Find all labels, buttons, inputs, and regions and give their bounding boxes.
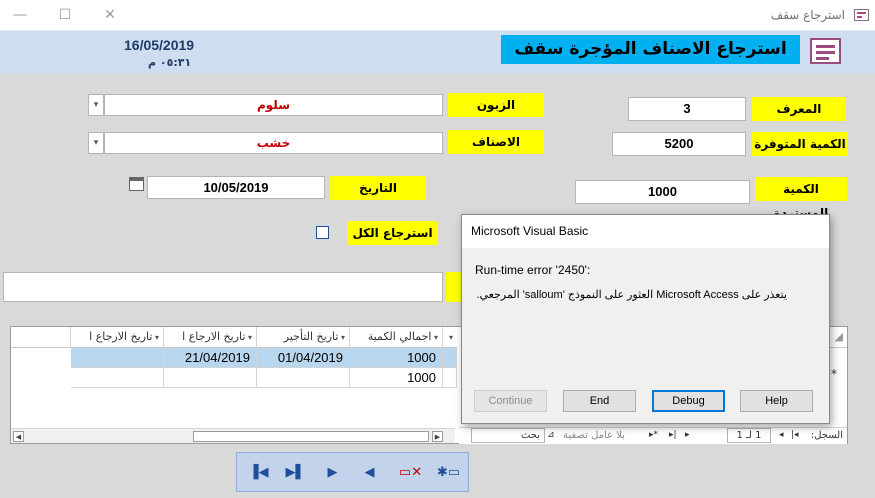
- table-cell[interactable]: 01/04/2019: [257, 348, 350, 368]
- scroll-right-icon[interactable]: ▶: [432, 431, 443, 442]
- maximize-button[interactable]: ☐: [50, 4, 80, 26]
- close-button[interactable]: ✕: [95, 4, 125, 26]
- previous-record-button[interactable]: ◀: [351, 455, 388, 489]
- column-header-return-date-1[interactable]: ▾ تاريخ الارجاع ا: [164, 327, 257, 348]
- table-cell[interactable]: [257, 368, 350, 388]
- navigation-toolbar: ▐◀ ▶▌ ▶ ◀ ▭✕ ✱▭: [236, 452, 469, 492]
- column-header-total-qty[interactable]: ▾ اجمالي الكمية: [350, 327, 443, 348]
- calendar-icon[interactable]: [129, 177, 144, 191]
- current-date: 16/05/2019: [124, 37, 195, 53]
- record-navigator: بحث ⊿ بلا عامل تصفية ▸* ▸| ▸ 1 لـ 1 ◂ |◂…: [459, 427, 847, 444]
- new-record-nav-icon[interactable]: ▸*: [649, 430, 658, 440]
- table-cell[interactable]: 21/04/2019: [164, 348, 257, 368]
- date-field[interactable]: 10/05/2019: [147, 176, 325, 199]
- form-title: استرجاع الاصناف المؤجرة سقف: [501, 35, 800, 64]
- error-message: يتعذر على Microsoft Access العثور على ال…: [476, 289, 787, 301]
- table-cell[interactable]: [164, 368, 257, 388]
- error-code: Run-time error '2450':: [475, 263, 591, 277]
- window-title: استرجاع سقف: [770, 8, 845, 22]
- returned-qty-label: الكمية المستردة: [755, 177, 847, 220]
- first-record-button[interactable]: ▐◀: [240, 455, 277, 489]
- available-qty-field[interactable]: 5200: [612, 132, 746, 156]
- continue-button[interactable]: Continue: [474, 390, 547, 412]
- last-record-button[interactable]: ▶▌: [277, 455, 314, 489]
- table-cell[interactable]: [71, 368, 164, 388]
- date-label: التاريخ: [330, 176, 426, 200]
- return-all-checkbox[interactable]: [316, 226, 329, 239]
- filter-icon: ⊿: [547, 430, 555, 440]
- debug-button[interactable]: Debug: [652, 390, 725, 412]
- current-time: ٠٥:٣١ م: [148, 56, 192, 69]
- scroll-thumb[interactable]: [193, 431, 429, 442]
- id-field[interactable]: 3: [628, 97, 746, 121]
- customer-combo[interactable]: سلوم: [104, 94, 443, 116]
- previous-record-icon[interactable]: ◂: [779, 430, 784, 440]
- column-header-more[interactable]: ▾: [443, 327, 457, 348]
- table-cell[interactable]: [443, 348, 457, 368]
- next-record-icon[interactable]: ▸: [685, 430, 690, 440]
- delete-record-button[interactable]: ▭✕: [392, 455, 429, 489]
- column-header-blank: [11, 327, 71, 348]
- title-bar: [0, 0, 875, 31]
- first-record-icon[interactable]: |◂: [791, 430, 799, 440]
- record-position[interactable]: 1 لـ 1: [727, 428, 771, 443]
- horizontal-scrollbar[interactable]: ◀ ▶: [11, 428, 455, 443]
- id-label: المعرف: [752, 97, 846, 121]
- table-cell[interactable]: [71, 348, 164, 368]
- table-cell[interactable]: 1000: [350, 368, 443, 388]
- available-qty-label: الكمية المتوفرة: [752, 132, 848, 156]
- scroll-left-icon[interactable]: ◀: [13, 431, 24, 442]
- table-cell[interactable]: 1000: [350, 348, 443, 368]
- new-record-button[interactable]: ✱▭: [430, 455, 467, 489]
- last-record-icon[interactable]: ▸|: [669, 430, 677, 440]
- notes-field[interactable]: [3, 272, 443, 302]
- app-icon: [854, 9, 869, 21]
- items-label: الاصناف: [448, 130, 544, 154]
- return-all-label: استرجاع الكل: [347, 221, 438, 245]
- record-search-input[interactable]: بحث: [471, 428, 545, 443]
- items-combo[interactable]: خشب: [104, 132, 443, 154]
- form-icon: [810, 38, 841, 64]
- dialog-title: Microsoft Visual Basic: [471, 224, 589, 238]
- filter-status[interactable]: بلا عامل تصفية: [563, 430, 625, 441]
- table-cell[interactable]: [443, 368, 457, 388]
- returned-qty-field[interactable]: 1000: [575, 180, 750, 204]
- next-record-button[interactable]: ▶: [314, 455, 351, 489]
- end-button[interactable]: End: [563, 390, 636, 412]
- customer-label: الزبون: [448, 93, 544, 117]
- error-dialog: Microsoft Visual Basic Run-time error '2…: [461, 214, 830, 424]
- help-button[interactable]: Help: [740, 390, 813, 412]
- record-label: السجل:: [810, 430, 843, 441]
- items-dropdown-icon[interactable]: ▾: [88, 132, 104, 154]
- column-header-return-date-2[interactable]: ▾ تاريخ الارجاع ا: [71, 327, 164, 348]
- new-record-marker: *: [831, 367, 837, 381]
- customer-dropdown-icon[interactable]: ▾: [88, 94, 104, 116]
- column-header-rent-date[interactable]: ▾ تاريخ التأجير: [257, 327, 350, 348]
- minimize-button[interactable]: —: [5, 4, 35, 26]
